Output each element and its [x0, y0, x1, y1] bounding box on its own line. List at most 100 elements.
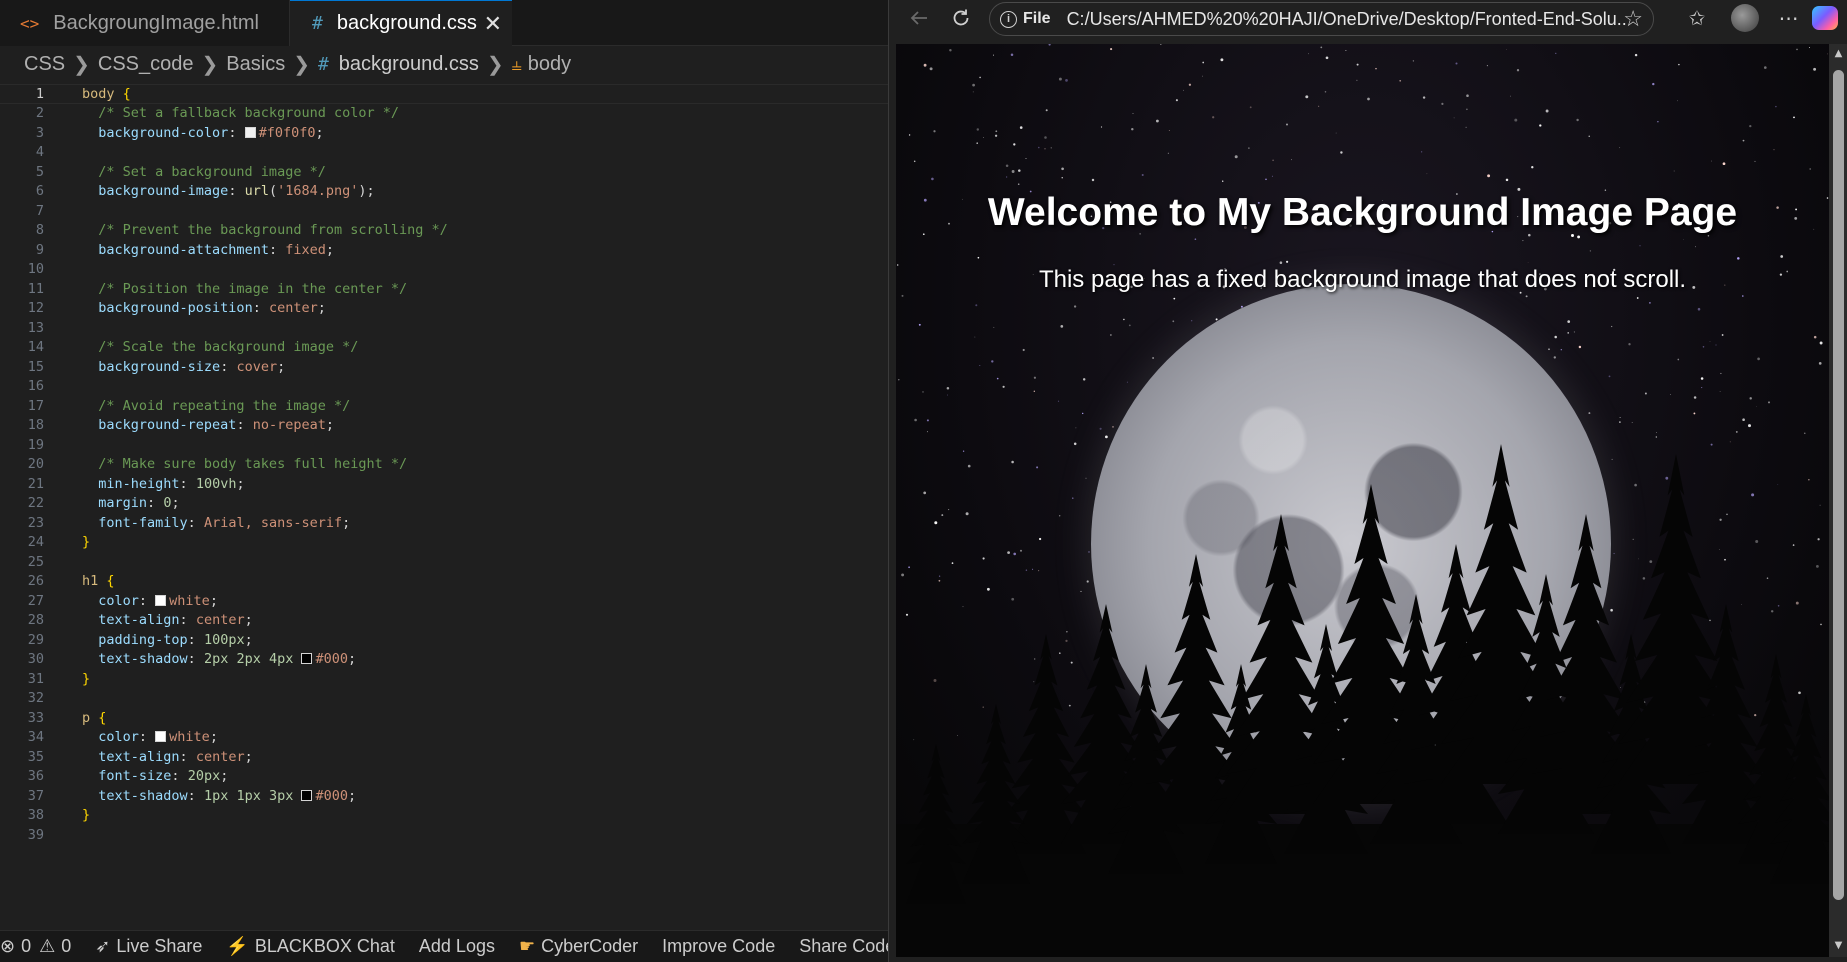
- code-line[interactable]: 22 margin: 0;: [0, 494, 888, 514]
- code-line[interactable]: 7: [0, 201, 888, 221]
- code-text: text-align: center;: [98, 612, 253, 629]
- code-line[interactable]: 2 /* Set a fallback background color */: [0, 104, 888, 124]
- line-number: 21: [27, 475, 44, 492]
- reload-icon: [953, 9, 969, 26]
- code-line[interactable]: 3 background-color: #f0f0f0;: [0, 123, 888, 143]
- error-icon: ⊗: [0, 936, 16, 956]
- info-icon[interactable]: i: [1000, 10, 1017, 28]
- scroll-down-arrow-icon[interactable]: ▼: [1829, 940, 1847, 951]
- line-number: 6: [35, 183, 44, 200]
- code-line[interactable]: 23 font-family: Arial, sans-serif;: [0, 513, 888, 533]
- error-count: 0: [21, 936, 32, 956]
- line-number: 35: [27, 748, 44, 765]
- improve-code-button[interactable]: Improve Code: [662, 936, 775, 957]
- line-number: 5: [35, 163, 44, 180]
- code-text: background-repeat: no-repeat;: [98, 417, 334, 434]
- line-number: 22: [27, 495, 44, 512]
- code-line[interactable]: 17 /* Avoid repeating the image */: [0, 396, 888, 416]
- code-line[interactable]: 30 text-shadow: 2px 2px 4px #000;: [0, 650, 888, 670]
- scroll-up-arrow-icon[interactable]: ▲: [1829, 48, 1847, 59]
- breadcrumb-item[interactable]: background.css: [339, 53, 479, 76]
- code-line[interactable]: 19: [0, 435, 888, 455]
- reload-button[interactable]: [943, 0, 979, 36]
- code-line[interactable]: 21 min-height: 100vh;: [0, 474, 888, 494]
- code-line[interactable]: 9 background-attachment: fixed;: [0, 240, 888, 260]
- back-button[interactable]: [901, 0, 937, 36]
- code-line[interactable]: 11 /* Position the image in the center *…: [0, 279, 888, 299]
- star-icon[interactable]: ☆: [1623, 6, 1643, 32]
- code-line[interactable]: 20 /* Make sure body takes full height *…: [0, 455, 888, 475]
- problems-indicator[interactable]: ⊗ 0 ⚠ 0: [0, 936, 71, 957]
- code-line[interactable]: 1 body {: [0, 84, 888, 104]
- url-text[interactable]: C:/Users/AHMED%20%20HAJI/OneDrive/Deskto…: [1067, 9, 1627, 30]
- line-number: 2: [35, 105, 44, 122]
- favorites-button[interactable]: ✩: [1679, 0, 1715, 36]
- code-text: /* Prevent the background from scrolling…: [82, 222, 448, 239]
- profile-button[interactable]: [1727, 0, 1763, 36]
- code-line[interactable]: 24}: [0, 533, 888, 553]
- cybercoder-button[interactable]: ☛ CyberCoder: [519, 936, 638, 957]
- copilot-icon: [1812, 6, 1838, 30]
- address-bar[interactable]: i File C:/Users/AHMED%20%20HAJI/OneDrive…: [989, 2, 1654, 36]
- editor-tab-bar: <> BackgroungImage.html # background.css…: [0, 0, 888, 46]
- code-line[interactable]: 35 text-align: center;: [0, 747, 888, 767]
- code-line[interactable]: 38}: [0, 806, 888, 826]
- breadcrumb: CSS ❯ CSS_code ❯ Basics ❯ # background.c…: [0, 46, 888, 82]
- code-line[interactable]: 29 padding-top: 100px;: [0, 630, 888, 650]
- scrollbar-thumb[interactable]: [1833, 70, 1844, 900]
- code-text: h1 {: [82, 573, 115, 590]
- line-number: 20: [27, 456, 44, 473]
- code-line[interactable]: 4: [0, 143, 888, 163]
- add-logs-button[interactable]: Add Logs: [419, 936, 495, 957]
- code-line[interactable]: 18 background-repeat: no-repeat;: [0, 416, 888, 436]
- code-line[interactable]: 14 /* Scale the background image */: [0, 338, 888, 358]
- code-line[interactable]: 32: [0, 689, 888, 709]
- code-line[interactable]: 5 /* Set a background image */: [0, 162, 888, 182]
- code-line[interactable]: 16: [0, 377, 888, 397]
- tab-label: BackgroungImage.html: [53, 11, 259, 34]
- code-line[interactable]: 8 /* Prevent the background from scrolli…: [0, 221, 888, 241]
- code-line[interactable]: 12 background-position: center;: [0, 299, 888, 319]
- code-text: background-attachment: fixed;: [98, 241, 334, 258]
- code-text: /* Set a background image */: [82, 163, 326, 180]
- code-line[interactable]: 13: [0, 318, 888, 338]
- live-share-icon: ➶: [95, 936, 111, 956]
- tab-backgroungimage-html[interactable]: <> BackgroungImage.html: [0, 0, 290, 46]
- code-text: background-color: #f0f0f0;: [98, 124, 324, 141]
- copilot-button[interactable]: [1807, 0, 1843, 36]
- breadcrumb-item[interactable]: body: [528, 53, 571, 76]
- code-line[interactable]: 39: [0, 825, 888, 845]
- line-number: 4: [35, 144, 44, 161]
- avatar: [1731, 4, 1759, 32]
- tree: [962, 704, 1030, 884]
- code-line[interactable]: 26 h1 {: [0, 572, 888, 592]
- code-line[interactable]: 31}: [0, 669, 888, 689]
- breadcrumb-item[interactable]: CSS_code: [98, 53, 194, 76]
- code-line[interactable]: 34 color: white;: [0, 728, 888, 748]
- breadcrumb-item[interactable]: CSS: [24, 53, 65, 76]
- code-line[interactable]: 6 background-image: url('1684.png');: [0, 182, 888, 202]
- status-label: Improve Code: [662, 936, 776, 956]
- share-code-link-button[interactable]: Share Code Link: [799, 936, 888, 957]
- live-share-button[interactable]: ➶ Live Share: [95, 936, 202, 957]
- blackbox-chat-button[interactable]: ⚡ BLACKBOX Chat: [226, 936, 394, 957]
- code-line[interactable]: 15 background-size: cover;: [0, 357, 888, 377]
- more-menu-button[interactable]: ⋯: [1771, 0, 1807, 36]
- code-editor: <> BackgroungImage.html # background.css…: [0, 0, 888, 962]
- vertical-scrollbar[interactable]: ▲ ▼: [1829, 44, 1847, 957]
- code-line[interactable]: 27 color: white;: [0, 591, 888, 611]
- code-line[interactable]: 10: [0, 260, 888, 280]
- breadcrumb-item[interactable]: Basics: [226, 53, 285, 76]
- code-line[interactable]: 25: [0, 552, 888, 572]
- code-line[interactable]: 36 font-size: 20px;: [0, 767, 888, 787]
- code-text: }: [82, 807, 91, 824]
- code-line[interactable]: 33 p {: [0, 708, 888, 728]
- code-area[interactable]: 1 body {2 /* Set a fallback background co…: [0, 80, 888, 930]
- code-line[interactable]: 37 text-shadow: 1px 1px 3px #000;: [0, 786, 888, 806]
- status-label: Add Logs: [418, 936, 495, 956]
- line-number: 38: [27, 807, 44, 824]
- line-number: 16: [27, 378, 44, 395]
- close-icon[interactable]: ✕: [484, 11, 502, 37]
- code-line[interactable]: 28 text-align: center;: [0, 611, 888, 631]
- tab-background-css[interactable]: # background.css ✕: [290, 0, 512, 46]
